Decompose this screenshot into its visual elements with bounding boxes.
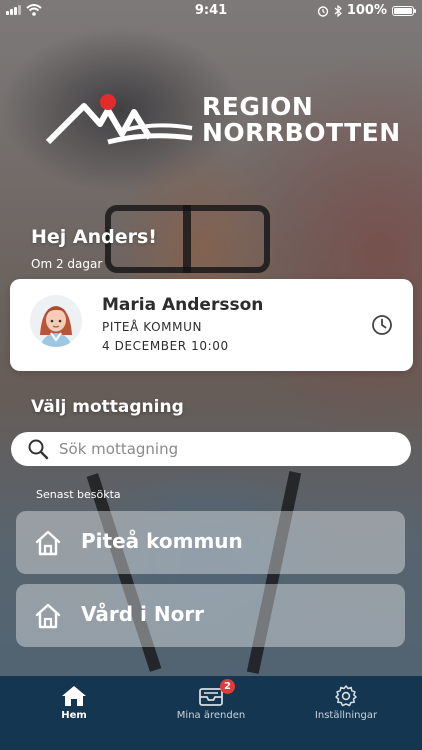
home-icon: [35, 603, 61, 629]
clinic-label: Vård i Norr: [81, 602, 205, 626]
bluetooth-icon: [334, 4, 342, 17]
appointment-time: 4 DECEMBER 10:00: [102, 339, 229, 353]
appointment-name: Maria Andersson: [102, 295, 264, 315]
home-icon: [35, 530, 61, 556]
logo-line2: NORRBOTTEN: [202, 118, 401, 147]
logo-dot: [100, 94, 116, 110]
search-bar[interactable]: [11, 432, 411, 466]
appointment-card[interactable]: Maria Andersson PITEÅ KOMMUN 4 DECEMBER …: [10, 279, 413, 371]
gear-icon: [335, 685, 357, 707]
tab-bar: Hem 2 Mina ärenden Inställningar: [0, 676, 422, 750]
battery-icon: [392, 5, 416, 16]
greeting-subtitle: Om 2 dagar: [31, 257, 103, 271]
region-norrbotten-logo: REGION NORRBOTTEN: [45, 92, 400, 152]
notification-badge: 2: [220, 679, 235, 694]
tab-label: Hem: [61, 710, 87, 721]
home-icon: [62, 686, 86, 706]
clinics-title: Välj mottagning: [31, 397, 184, 417]
clock-icon: [372, 315, 392, 335]
alarm-icon: [317, 5, 329, 17]
appointment-place: PITEÅ KOMMUN: [102, 320, 203, 334]
avatar: [30, 295, 82, 347]
search-input[interactable]: [57, 439, 391, 459]
tab-label: Inställningar: [314, 710, 378, 721]
logo-line1: REGION: [202, 92, 314, 121]
battery-percent: 100%: [346, 3, 387, 18]
clinic-item-pitea[interactable]: Piteå kommun: [16, 511, 405, 574]
search-icon: [28, 439, 49, 460]
tab-home[interactable]: Hem: [4, 676, 144, 750]
greeting-title: Hej Anders!: [31, 226, 157, 248]
recent-label: Senast besökta: [36, 488, 121, 501]
tab-label: Mina ärenden: [176, 710, 246, 721]
status-bar: 9:41 100%: [0, 0, 422, 22]
logo-mark: [45, 94, 193, 145]
tab-my-cases[interactable]: 2 Mina ärenden: [141, 676, 281, 750]
clinic-label: Piteå kommun: [81, 529, 243, 553]
clinic-item-vard-i-norr[interactable]: Vård i Norr: [16, 584, 405, 647]
tab-settings[interactable]: Inställningar: [276, 676, 416, 750]
